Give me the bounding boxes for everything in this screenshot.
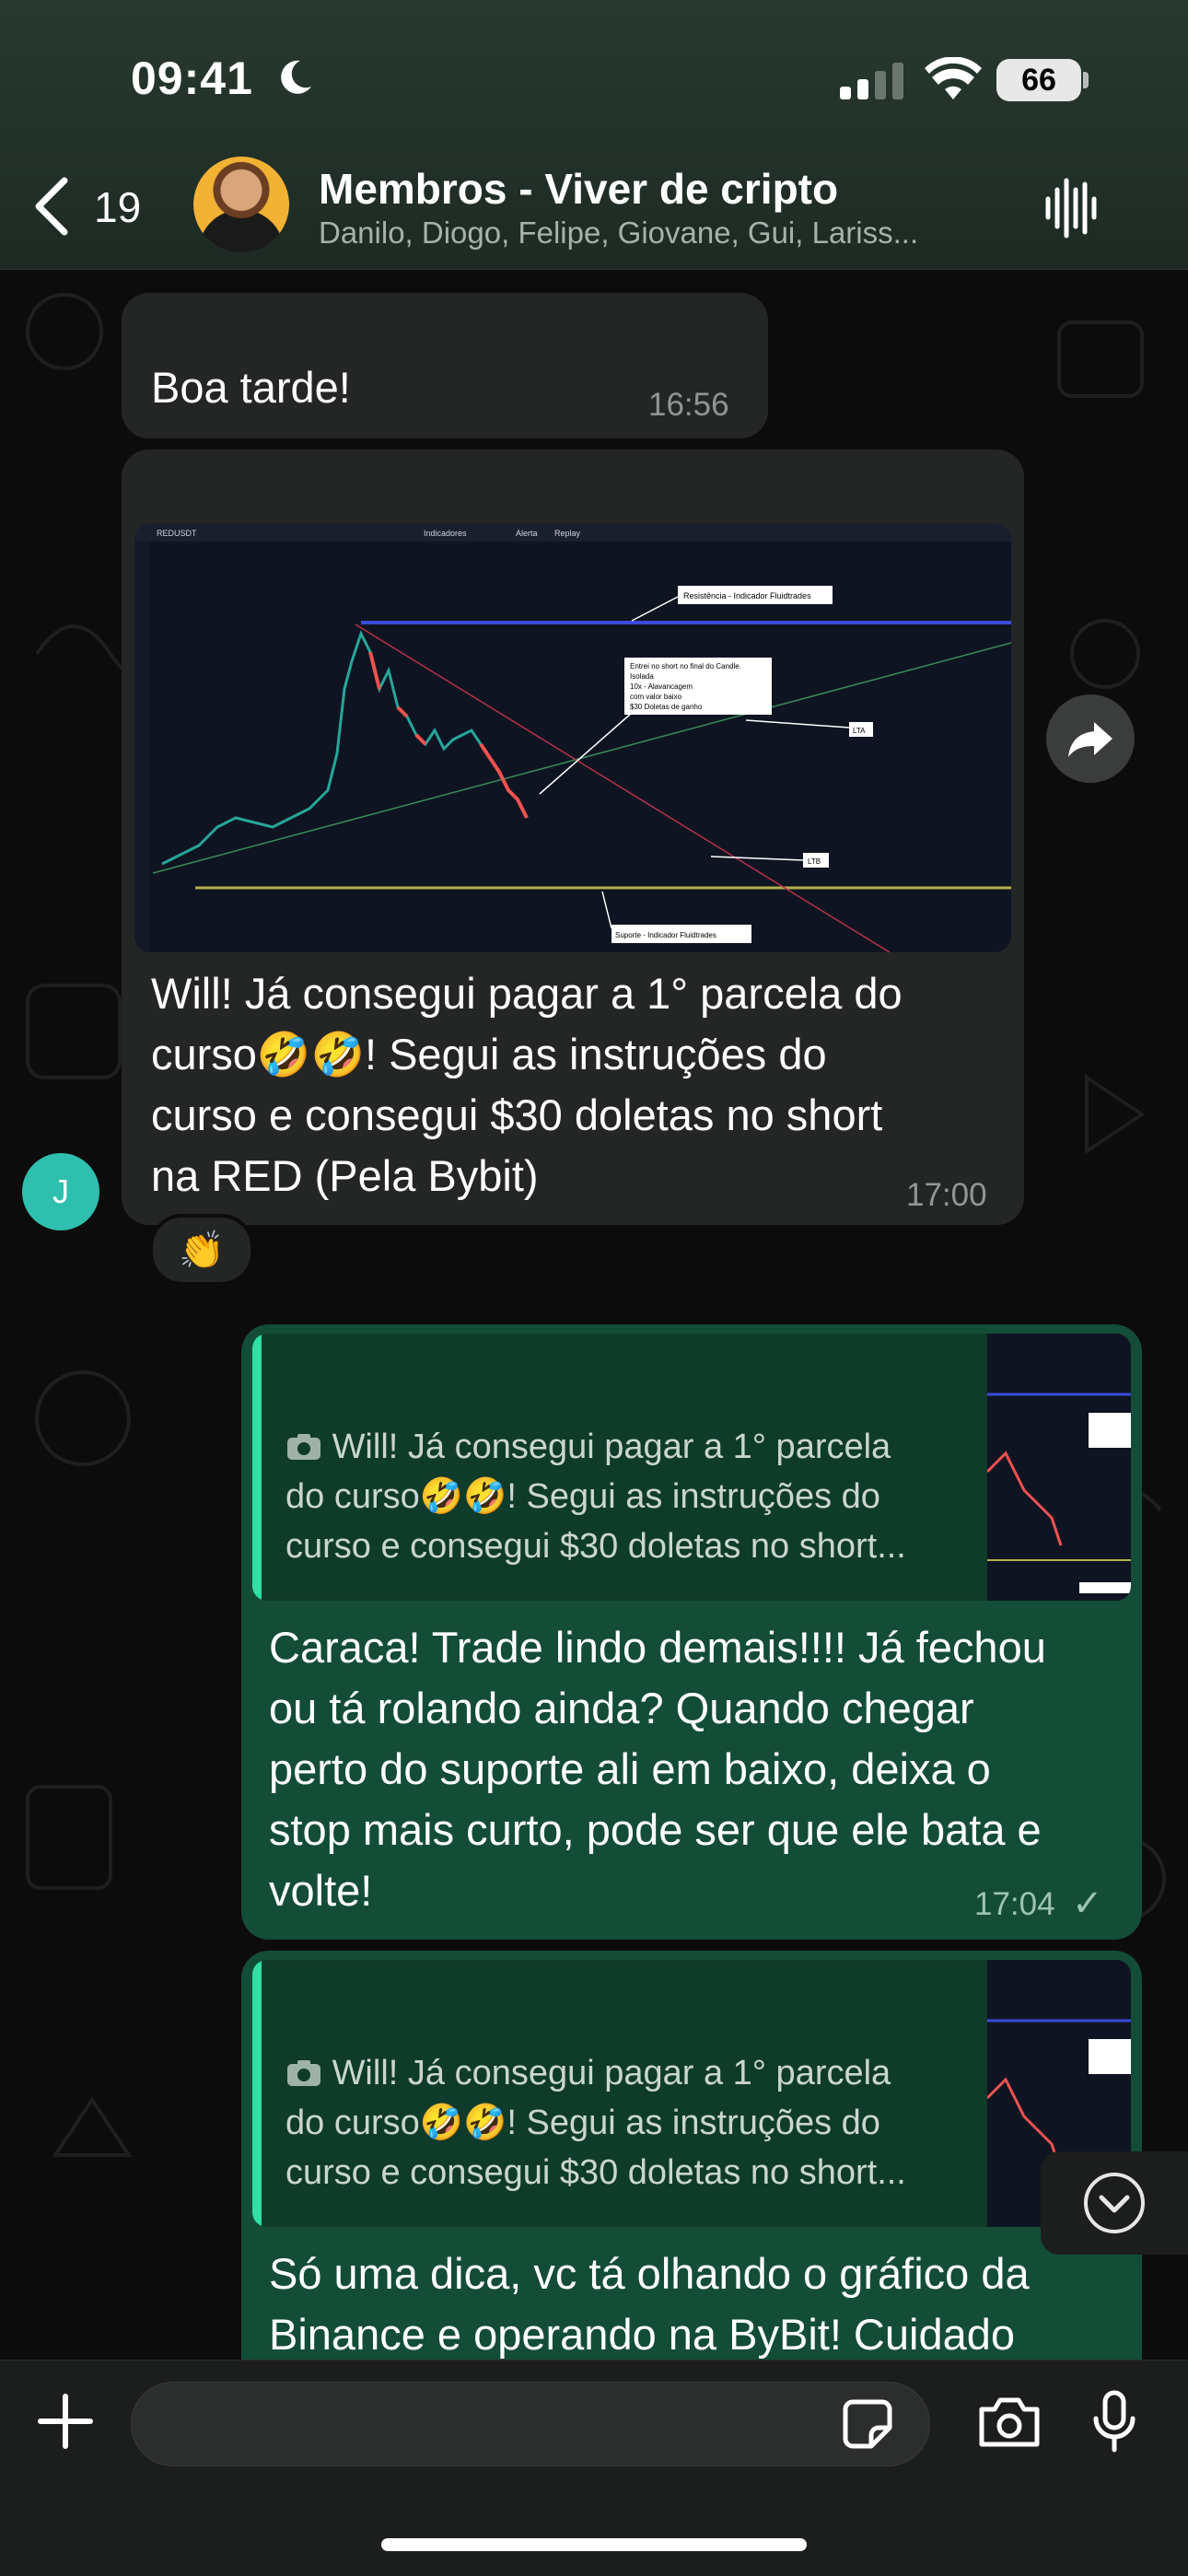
plus-icon[interactable] — [37, 2393, 94, 2450]
message-text: Só uma dica, vc tá olhando o gráfico da … — [269, 2244, 1030, 2365]
entry-note-line: 10x - Alavancagem — [630, 682, 693, 691]
outgoing-reply-bubble[interactable]: Will! Já consegui pagar a 1° parcela do … — [241, 1951, 1142, 2430]
sent-check-icon: ✓ — [1072, 1883, 1103, 1924]
message-line: na RED (Pela Bybit) — [151, 1151, 539, 1200]
outgoing-reply-bubble[interactable]: Will! Já consegui pagar a 1° parcela do … — [241, 1324, 1142, 1940]
support-label: Suporte - Indicador Fluidtrades — [615, 931, 716, 939]
camera-icon — [287, 1434, 320, 1460]
message-line: volte! — [269, 1866, 373, 1915]
message-line: Will! Já consegui pagar a 1° parcela do — [151, 969, 903, 1018]
sticker-icon[interactable] — [842, 2398, 893, 2450]
message-line: stop mais curto, pode ser que ele bata e — [269, 1805, 1042, 1854]
message-line: curso e consegui $30 doletas no short — [151, 1090, 883, 1139]
lta-label: LTA — [853, 727, 866, 735]
message-line: curso🤣🤣! Segui as instruções do — [151, 1030, 827, 1078]
unread-count[interactable]: 19 — [94, 182, 141, 232]
quote-line: curso e consegui $30 doletas no short... — [285, 2153, 906, 2192]
resistance-label: Resistência - Indicador Fluidtrades — [683, 591, 811, 600]
quote-accent-bar — [252, 1960, 262, 2227]
status-time: 09:41 — [131, 52, 253, 104]
chevron-down-icon — [1084, 2173, 1145, 2233]
quote-line: do curso🤣🤣! Segui as instruções do — [285, 1477, 880, 1516]
entry-note-line: Entrei no short no final do Candle. — [630, 662, 741, 670]
message-line: Só uma dica, vc tá olhando o gráfico da — [269, 2249, 1030, 2298]
entry-note-line: $30 Doletas de ganho — [630, 703, 703, 711]
home-indicator — [381, 2538, 807, 2551]
trading-chart-screenshot: REDUSDT Indicadores Alerta Replay Resist… — [134, 523, 1011, 952]
incoming-message-bubble[interactable]: Boa tarde! 16:56 — [122, 293, 768, 438]
battery-indicator: 66 — [996, 59, 1081, 101]
message-text: Caraca! Trade lindo demais!!!! Já fechou… — [269, 1617, 1046, 1921]
quote-thumbnail — [987, 1334, 1131, 1601]
group-title[interactable]: Membros - Viver de cripto — [319, 164, 838, 214]
wifi-icon — [925, 57, 982, 99]
message-line: perto do suporte ali em baixo, deixa o — [269, 1744, 991, 1793]
camera-icon[interactable] — [976, 2395, 1042, 2450]
group-members[interactable]: Danilo, Diogo, Felipe, Giovane, Gui, Lar… — [319, 216, 1000, 251]
trading-chart-image[interactable]: REDUSDT Indicadores Alerta Replay Resist… — [134, 523, 1011, 952]
message-line: Binance e operando na ByBit! Cuidado — [269, 2310, 1016, 2359]
scroll-to-bottom-button[interactable] — [1041, 2151, 1188, 2255]
quote-accent-bar — [252, 1334, 262, 1601]
share-button[interactable] — [1046, 694, 1135, 783]
candlesticks — [161, 630, 529, 866]
quote-line: Will! Já consegui pagar a 1° parcela — [285, 1422, 906, 1472]
group-avatar[interactable] — [193, 157, 289, 252]
message-line: ou tá rolando ainda? Quando chegar — [269, 1684, 974, 1732]
message-time: 17:04 — [974, 1886, 1055, 1922]
signal-icon — [840, 63, 903, 99]
chart-thumbnail — [987, 1393, 1131, 1593]
quoted-message[interactable]: Will! Já consegui pagar a 1° parcela do … — [252, 1960, 1131, 2227]
message-text: Will! Já consegui pagar a 1° parcela do … — [151, 963, 903, 1206]
moon-icon — [281, 60, 311, 94]
quoted-message[interactable]: Will! Já consegui pagar a 1° parcela do … — [252, 1334, 1131, 1601]
chart-indicators-label: Indicadores — [424, 529, 467, 538]
message-time: 16:56 — [648, 387, 729, 423]
ltb-label: LTB — [808, 857, 821, 866]
camera-icon — [287, 2060, 320, 2086]
microphone-icon[interactable] — [1092, 2389, 1136, 2455]
chart-pair-label: REDUSDT — [157, 529, 197, 538]
voice-waveform-icon[interactable] — [1044, 175, 1100, 241]
reaction-badge[interactable]: 👏 — [149, 1214, 254, 1286]
share-icon — [1068, 722, 1112, 757]
quote-line: do curso🤣🤣! Segui as instruções do — [285, 2104, 880, 2142]
message-input[interactable] — [131, 2382, 930, 2466]
entry-note-line: Isolada — [630, 672, 654, 681]
quote-text: Will! Já consegui pagar a 1° parcela do … — [285, 2048, 906, 2197]
chart-alert-label: Alerta — [516, 529, 538, 538]
message-text: Boa tarde! — [151, 363, 351, 412]
quote-line: Will! Já consegui pagar a 1° parcela — [285, 2048, 906, 2098]
message-line: Caraca! Trade lindo demais!!!! Já fechou — [269, 1623, 1046, 1672]
quote-text: Will! Já consegui pagar a 1° parcela do … — [285, 1422, 906, 1571]
battery-tip — [1083, 72, 1089, 88]
quote-line: curso e consegui $30 doletas no short... — [285, 1527, 906, 1566]
entry-note-line: com valor baixo — [630, 693, 682, 701]
chart-replay-label: Replay — [554, 529, 581, 538]
back-chevron-icon[interactable] — [31, 177, 72, 236]
message-time: 17:00 — [906, 1177, 987, 1213]
sender-avatar[interactable]: J — [22, 1153, 99, 1230]
